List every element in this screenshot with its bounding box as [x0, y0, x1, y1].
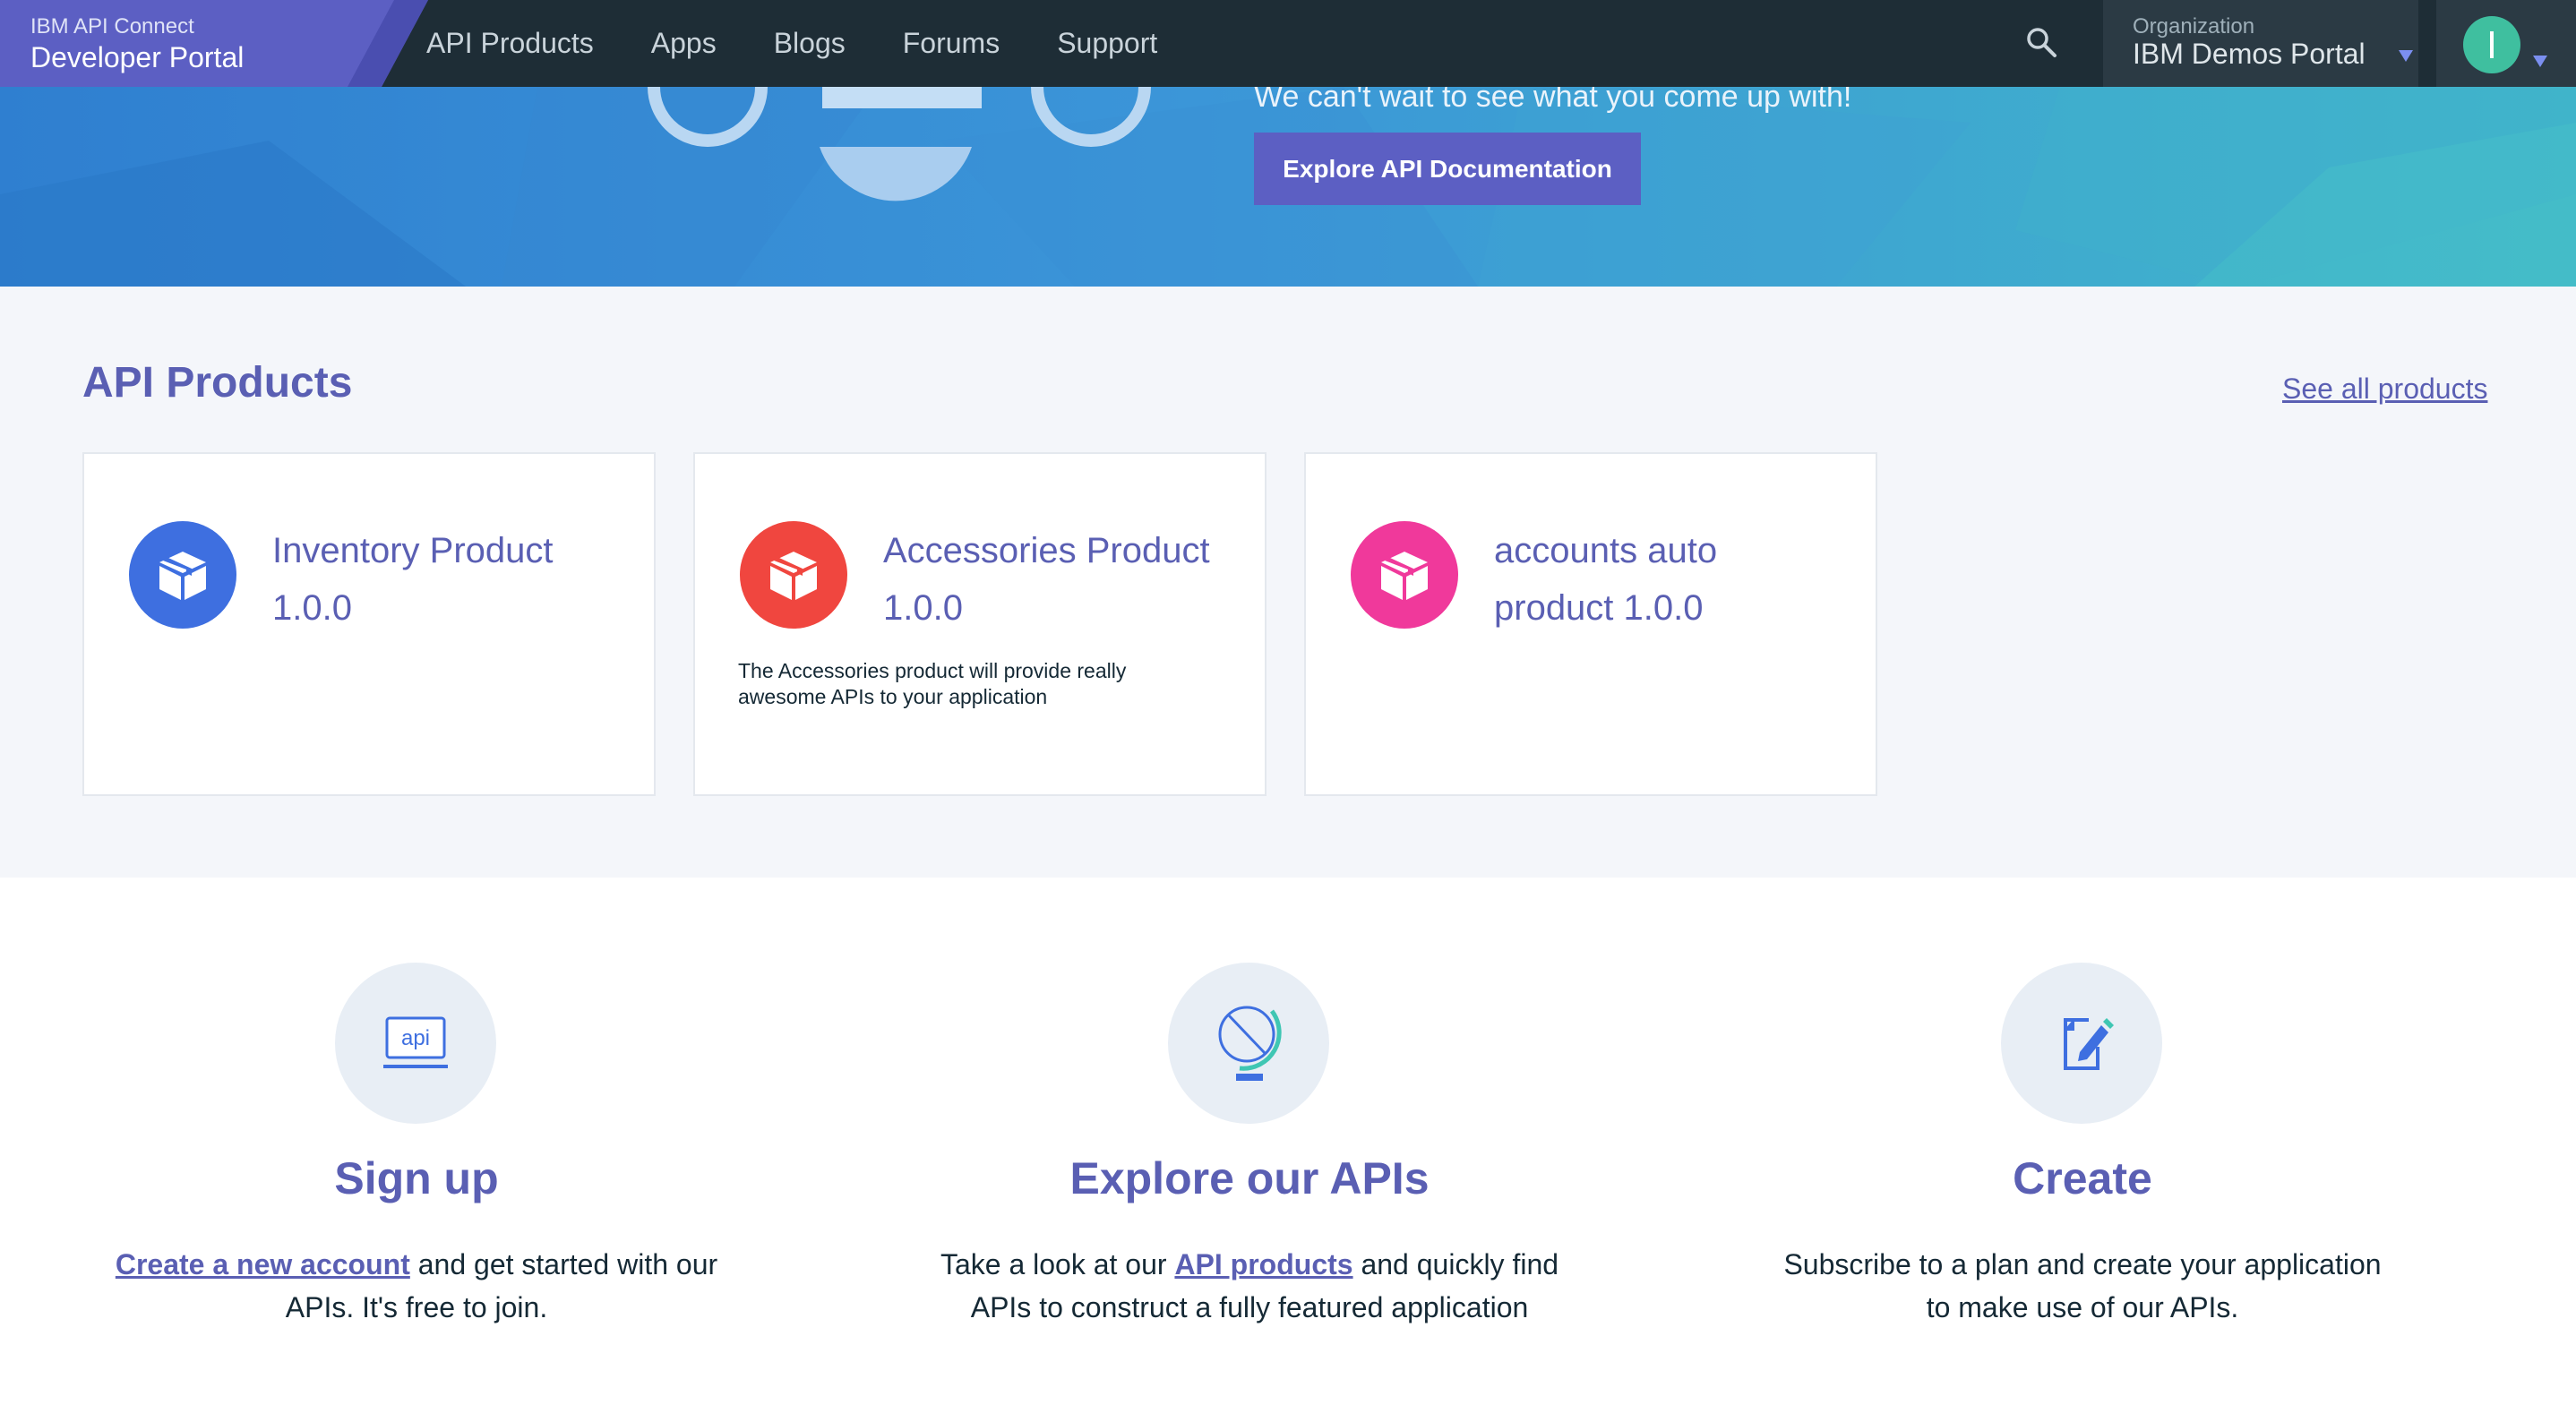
chevron-down-icon — [2533, 56, 2547, 67]
product-card-accounts-auto[interactable]: accounts auto product 1.0.0 — [1304, 452, 1877, 796]
product-card-accessories[interactable]: Accessories Product 1.0.0 The Accessorie… — [693, 452, 1267, 796]
product-name-line: accounts auto — [1494, 531, 1718, 570]
organization-switcher[interactable]: Organization IBM Demos Portal — [2103, 0, 2418, 87]
section-title: API Products — [82, 359, 353, 407]
feature-explore-apis: Explore our APIs Take a look at our API … — [833, 963, 1666, 1339]
api-products-link[interactable]: API products — [1174, 1248, 1352, 1280]
feature-create: Create Subscribe to a plan and create yo… — [1666, 963, 2499, 1339]
feature-title: Create — [2013, 1153, 2152, 1203]
nav-item-api-products[interactable]: API Products — [426, 27, 594, 60]
product-description-line: awesome APIs to your application — [738, 685, 1048, 708]
product-description: The Accessories product will provide rea… — [738, 658, 1240, 710]
top-navigation-bar: IBM API Connect Developer Portal API Pro… — [0, 0, 2576, 87]
feature-text: and get started with our — [409, 1248, 718, 1280]
product-name-line: Inventory Product — [272, 531, 554, 570]
api-icon: api — [335, 963, 496, 1124]
nav-item-blogs[interactable]: Blogs — [774, 27, 846, 60]
feature-description-line: APIs to construct a fully featured appli… — [970, 1291, 1529, 1323]
main-nav: API Products Apps Blogs Forums Support — [426, 0, 1215, 87]
brand-logo-area[interactable]: IBM API Connect Developer Portal — [0, 0, 428, 87]
feature-description: Create a new account and get started wit… — [0, 1243, 833, 1329]
product-version: 1.0.0 — [272, 588, 352, 628]
edit-document-icon — [2001, 963, 2162, 1124]
product-version: 1.0.0 — [883, 588, 963, 628]
feature-description-line: Take a look at our API products and quic… — [833, 1243, 1666, 1286]
feature-description-line: Create a new account and get started wit… — [0, 1243, 833, 1286]
feature-text: Take a look at our — [940, 1248, 1175, 1280]
nav-item-support[interactable]: Support — [1057, 27, 1157, 60]
product-name: Accessories Product 1.0.0 — [883, 522, 1241, 637]
feature-sign-up: api Sign up Create a new account and get… — [0, 963, 833, 1339]
product-description-line: The Accessories product will provide rea… — [738, 659, 1127, 682]
package-icon — [740, 521, 847, 629]
package-icon — [129, 521, 236, 629]
feature-text: and quickly find — [1352, 1248, 1559, 1280]
chevron-down-icon — [2399, 50, 2413, 62]
explore-api-documentation-button[interactable]: Explore API Documentation — [1254, 133, 1641, 205]
nav-item-apps[interactable]: Apps — [651, 27, 717, 60]
globe-icon — [1168, 963, 1329, 1124]
product-card-inventory[interactable]: Inventory Product 1.0.0 — [82, 452, 656, 796]
hero-tagline: We can't wait to see what you come up wi… — [1254, 87, 1852, 114]
api-products-section: API Products See all products Inventory … — [0, 287, 2576, 878]
nav-item-forums[interactable]: Forums — [903, 27, 1000, 60]
brand-title: Developer Portal — [30, 41, 245, 73]
feature-description-line: to make use of our APIs. — [1926, 1291, 2239, 1323]
product-name: Inventory Product 1.0.0 — [272, 522, 631, 637]
feature-description-line: APIs. It's free to join. — [285, 1291, 548, 1323]
feature-description: Take a look at our API products and quic… — [833, 1243, 1666, 1329]
create-new-account-link[interactable]: Create a new account — [116, 1248, 410, 1280]
package-icon — [1351, 521, 1458, 629]
organization-label: Organization — [2133, 14, 2255, 39]
feature-title: Sign up — [334, 1153, 499, 1203]
product-name: accounts auto product 1.0.0 — [1494, 522, 1852, 637]
organization-name: IBM Demos Portal — [2133, 38, 2366, 70]
user-menu[interactable] — [2436, 0, 2576, 87]
search-icon[interactable] — [2024, 25, 2060, 61]
feature-title: Explore our APIs — [1069, 1153, 1430, 1203]
api-icon-label: api — [401, 1026, 430, 1050]
feature-description-line: Subscribe to a plan and create your appl… — [1783, 1248, 2382, 1280]
product-version: product 1.0.0 — [1494, 588, 1704, 628]
feature-description: Subscribe to a plan and create your appl… — [1666, 1243, 2499, 1329]
product-name-line: Accessories Product — [883, 531, 1210, 570]
see-all-products-link[interactable]: See all products — [2282, 373, 2487, 406]
hero-banner: We can't wait to see what you come up wi… — [0, 87, 2576, 287]
avatar — [2463, 16, 2520, 73]
brand-subtitle: IBM API Connect — [30, 14, 194, 39]
avatar-initial-mark — [2490, 31, 2494, 58]
